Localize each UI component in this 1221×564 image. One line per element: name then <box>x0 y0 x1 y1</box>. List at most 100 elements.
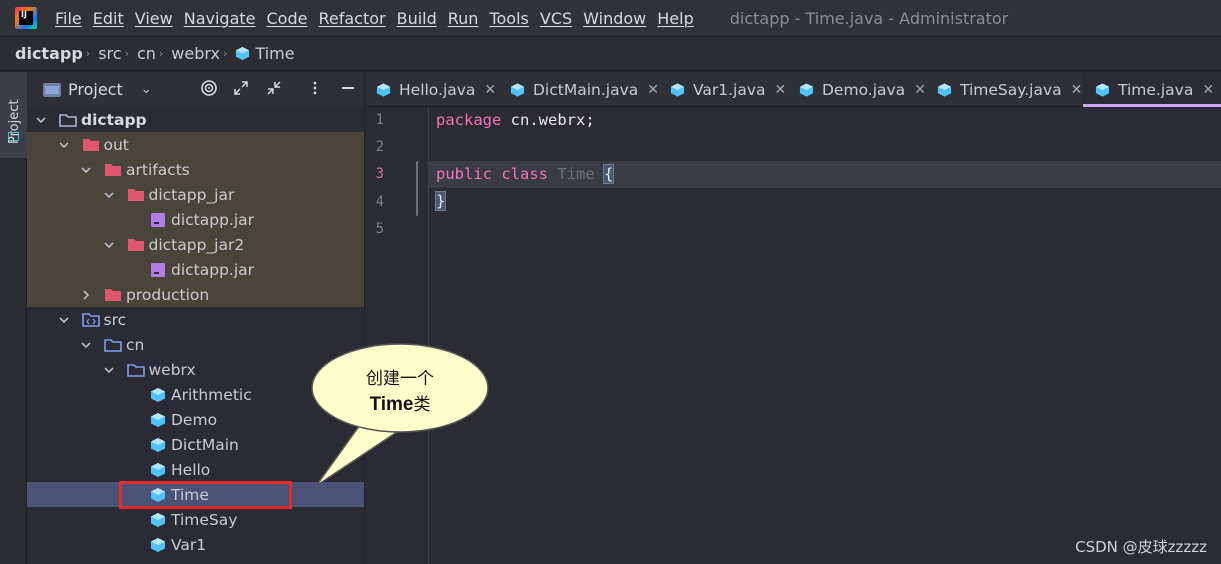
tree-node[interactable]: Var1 <box>27 532 364 557</box>
code-editor[interactable]: package cn.webrx; public class Time { } <box>429 107 1221 564</box>
locate-target-icon[interactable] <box>199 79 219 99</box>
close-icon[interactable]: ✕ <box>647 82 659 98</box>
code-line-3: public class Time { <box>436 164 615 184</box>
code-line-1: package cn.webrx; <box>436 111 595 129</box>
fold-region-marker[interactable] <box>416 161 418 216</box>
chevron-down-icon[interactable] <box>103 364 115 376</box>
tree-node[interactable]: dictapp <box>27 107 364 132</box>
tree-node[interactable]: TimeSay <box>27 507 364 532</box>
close-icon[interactable]: ✕ <box>1071 82 1083 98</box>
chevron-right-icon[interactable] <box>80 289 92 301</box>
excluded-folder-icon <box>82 137 100 153</box>
tree-node[interactable]: dictapp.jar <box>27 207 364 232</box>
jar-icon <box>149 262 167 278</box>
breadcrumb-item-time[interactable]: Time <box>255 44 294 63</box>
menu-window[interactable]: Window <box>583 9 646 28</box>
menu-refactor[interactable]: Refactor <box>318 9 385 28</box>
tree-node-label: Var1 <box>171 535 207 554</box>
package-name: cn.webrx; <box>510 111 595 129</box>
excluded-folder-icon <box>127 237 145 253</box>
menu-vcs[interactable]: VCS <box>540 9 572 28</box>
chevron-down-icon[interactable]: ⌄ <box>141 82 152 97</box>
tree-node-label: cn <box>126 335 145 354</box>
tree-node[interactable]: dictapp_jar <box>27 182 364 207</box>
chevron-down-icon[interactable] <box>35 114 47 126</box>
java-class-icon <box>937 82 952 97</box>
chevron-down-icon[interactable] <box>58 139 70 151</box>
menu-help[interactable]: Help <box>657 9 693 28</box>
project-tool-window-tab[interactable]: Project <box>0 72 27 158</box>
tree-node-label: dictapp_jar <box>148 185 235 204</box>
breadcrumb-item-dictapp[interactable]: dictapp <box>15 44 83 63</box>
tab-label: Demo.java <box>822 80 906 99</box>
tab-label: DictMain.java <box>533 80 639 99</box>
chevron-down-icon[interactable] <box>103 189 115 201</box>
expand-all-icon[interactable] <box>231 79 251 99</box>
menu-code[interactable]: Code <box>267 9 308 28</box>
tree-node[interactable]: out <box>27 132 364 157</box>
menu-tools[interactable]: Tools <box>489 9 528 28</box>
close-icon[interactable]: ✕ <box>484 82 496 98</box>
project-tool-icon <box>8 132 19 141</box>
java-class-icon <box>149 462 167 478</box>
line-number: 1 <box>375 112 384 128</box>
breadcrumb-item-webrx[interactable]: webrx <box>171 44 220 63</box>
java-class-icon <box>799 82 814 97</box>
code-line-4: } <box>434 191 447 211</box>
chevron-down-icon[interactable] <box>58 314 70 326</box>
chevron-right-icon: › <box>158 47 164 60</box>
hide-panel-icon[interactable] <box>338 79 358 99</box>
project-folder-icon <box>43 82 61 97</box>
tab-label: Hello.java <box>399 80 476 99</box>
java-class-icon <box>510 82 525 97</box>
tree-node-label: Arithmetic <box>171 385 252 404</box>
menu-view[interactable]: View <box>135 9 173 28</box>
close-icon[interactable]: ✕ <box>775 82 787 98</box>
annotation-highlight-box <box>119 481 292 509</box>
collapse-all-icon[interactable] <box>264 79 284 99</box>
menu-run[interactable]: Run <box>448 9 479 28</box>
tab-var1-java[interactable]: Var1.java ✕ <box>670 72 786 107</box>
more-options-icon[interactable] <box>305 79 325 99</box>
close-brace-match: } <box>434 191 447 211</box>
breadcrumb-item-src[interactable]: src <box>98 44 121 63</box>
breadcrumb: dictapp › src › cn › webrx › Time <box>0 36 1221 71</box>
tree-node[interactable]: dictapp_jar2 <box>27 232 364 257</box>
chevron-right-icon: › <box>223 47 228 60</box>
package-folder-icon <box>104 337 122 353</box>
chevron-down-icon[interactable] <box>80 339 92 351</box>
open-brace-match: { <box>602 164 615 184</box>
jar-icon <box>149 212 167 228</box>
excluded-folder-icon <box>104 287 122 303</box>
tab-time-java[interactable]: Time.java ✕ <box>1083 72 1221 107</box>
tab-dictmain-java[interactable]: DictMain.java ✕ <box>510 72 659 107</box>
menu-navigate[interactable]: Navigate <box>184 9 256 28</box>
module-folder-icon <box>59 112 77 128</box>
keyword-class: class <box>501 165 549 183</box>
keyword-package: package <box>436 111 502 129</box>
class-name: Time <box>557 165 595 183</box>
menu-build[interactable]: Build <box>397 9 437 28</box>
line-number: 5 <box>375 221 384 237</box>
project-panel-header: Project ⌄ <box>27 72 364 107</box>
chevron-down-icon[interactable] <box>103 239 115 251</box>
tree-node[interactable]: production <box>27 282 364 307</box>
tab-hello-java[interactable]: Hello.java ✕ <box>376 72 496 107</box>
excluded-folder-icon <box>104 162 122 178</box>
breadcrumb-item-cn[interactable]: cn <box>137 44 156 63</box>
intellij-logo-icon[interactable]: IJ <box>15 7 37 29</box>
close-icon[interactable]: ✕ <box>1202 82 1214 98</box>
tab-demo-java[interactable]: Demo.java ✕ <box>799 72 926 107</box>
tree-node[interactable]: dictapp.jar <box>27 257 364 282</box>
tree-node-label: artifacts <box>126 160 190 179</box>
project-view-title[interactable]: Project <box>68 80 123 99</box>
callout-class-name: Time <box>369 394 414 415</box>
menu-edit[interactable]: Edit <box>93 9 124 28</box>
menu-file[interactable]: File <box>55 9 82 28</box>
chevron-down-icon[interactable] <box>80 164 92 176</box>
java-class-icon <box>149 387 167 403</box>
close-icon[interactable]: ✕ <box>914 82 926 98</box>
tab-timesay-java[interactable]: TimeSay.java ✕ <box>937 72 1082 107</box>
tree-node[interactable]: artifacts <box>27 157 364 182</box>
tree-node[interactable]: src <box>27 307 364 332</box>
